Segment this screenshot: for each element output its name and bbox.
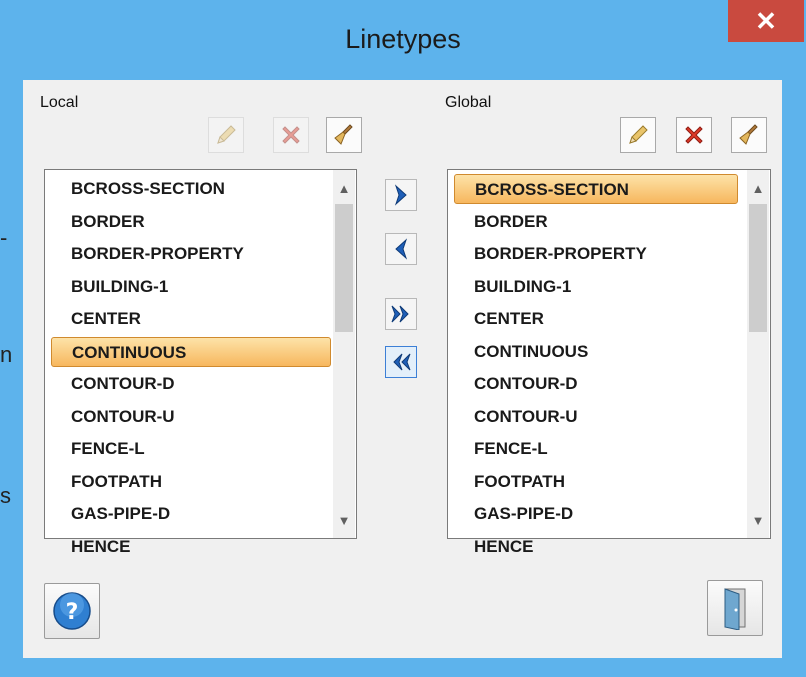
copy-to-local-button[interactable] (385, 233, 417, 265)
global-list-item[interactable]: CENTER (454, 304, 738, 334)
help-icon: ? (53, 592, 91, 630)
scroll-up-icon[interactable]: ▲ (747, 174, 769, 202)
local-list-item[interactable]: FOOTPATH (51, 467, 331, 497)
background-text: s (0, 483, 11, 508)
global-label: Global (445, 94, 492, 111)
local-list-item[interactable]: CONTOUR-D (51, 369, 331, 399)
local-list-item[interactable]: CONTOUR-U (51, 402, 331, 432)
local-delete-button[interactable] (273, 117, 309, 153)
global-list-item[interactable]: HENCE (454, 532, 738, 562)
global-delete-button[interactable] (676, 117, 712, 153)
local-label: Local (40, 94, 79, 111)
global-linetype-list[interactable]: BCROSS-SECTION BORDER BORDER-PROPERTY BUILD… (447, 169, 771, 556)
linetypes-dialog: Linetypes ✕ Local BCROSS-SECTIONBORDER (0, 0, 806, 677)
broom-icon (334, 124, 353, 145)
local-list-item[interactable]: HENCE (51, 532, 331, 562)
global-clean-button[interactable] (731, 117, 767, 153)
arrow-left-icon (395, 238, 408, 260)
local-list-item[interactable]: FENCE-L (51, 434, 331, 464)
pencil-icon (217, 125, 236, 144)
help-button[interactable]: ? (44, 583, 100, 639)
global-list-item[interactable]: CONTOUR-D (454, 369, 738, 399)
titlebar[interactable]: Linetypes ✕ (0, 0, 806, 80)
scroll-up-icon[interactable]: ▲ (333, 174, 355, 202)
close-button[interactable]: ✕ (728, 0, 804, 42)
global-list-item[interactable]: BORDER-PROPERTY (454, 239, 738, 269)
global-list-item[interactable]: CONTOUR-U (454, 402, 738, 432)
global-list-item[interactable]: BUILDING-1 (454, 272, 738, 302)
background-text: - (0, 225, 8, 250)
local-list-item[interactable]: BORDER-PROPERTY (51, 239, 331, 269)
exit-button[interactable] (707, 580, 763, 636)
copy-all-to-global-button[interactable] (385, 298, 417, 330)
background-text: n (0, 342, 13, 367)
dialog-title: Linetypes (345, 24, 461, 54)
double-arrow-right-icon (391, 305, 409, 323)
scroll-down-icon[interactable]: ▼ (333, 506, 355, 534)
local-edit-button[interactable] (208, 117, 244, 153)
double-arrow-left-icon (393, 353, 411, 371)
dialog-body: Local BCROSS-SECTION BORDER BORDER-PROPERT… (23, 80, 782, 658)
global-list-item[interactable]: CONTINUOUS (454, 337, 738, 367)
local-list-item[interactable]: BCROSS-SECTION (51, 174, 331, 204)
global-list-item[interactable]: GAS-PIPE-D (454, 499, 738, 529)
copy-all-to-local-button[interactable] (385, 346, 417, 378)
svg-text:?: ? (66, 600, 79, 625)
local-clean-button[interactable] (326, 117, 362, 153)
delete-x-icon (685, 126, 703, 144)
local-list-item[interactable]: BORDER (51, 207, 331, 237)
broom-icon (739, 124, 758, 145)
global-scrollbar[interactable]: ▲ ▼ (747, 170, 769, 538)
scroll-down-icon[interactable]: ▼ (747, 506, 769, 534)
global-edit-button[interactable] (620, 117, 656, 153)
local-list-item[interactable]: GAS-PIPE-D (51, 499, 331, 529)
global-list-item[interactable]: BORDER (454, 207, 738, 237)
global-list-item[interactable]: BCROSS-SECTION (454, 174, 738, 204)
global-scroll-thumb[interactable] (749, 204, 767, 332)
local-scroll-thumb[interactable] (335, 204, 353, 332)
close-icon: ✕ (755, 5, 777, 36)
arrow-right-icon (394, 184, 407, 206)
local-linetype-list[interactable]: BCROSS-SECTION BORDER BORDER-PROPERTY BUILD… (44, 169, 357, 556)
exit-door-icon (724, 588, 746, 630)
local-list-item[interactable]: BUILDING-1 (51, 272, 331, 302)
local-list-item[interactable]: CONTINUOUS (51, 336, 331, 367)
pencil-icon (629, 125, 648, 144)
global-list-item[interactable]: FENCE-L (454, 434, 738, 464)
local-scrollbar[interactable]: ▲ ▼ (333, 170, 355, 538)
delete-x-icon (282, 126, 300, 144)
local-list-item[interactable]: CENTER (51, 304, 331, 334)
copy-to-global-button[interactable] (385, 179, 417, 211)
global-list-item[interactable]: FOOTPATH (454, 467, 738, 497)
